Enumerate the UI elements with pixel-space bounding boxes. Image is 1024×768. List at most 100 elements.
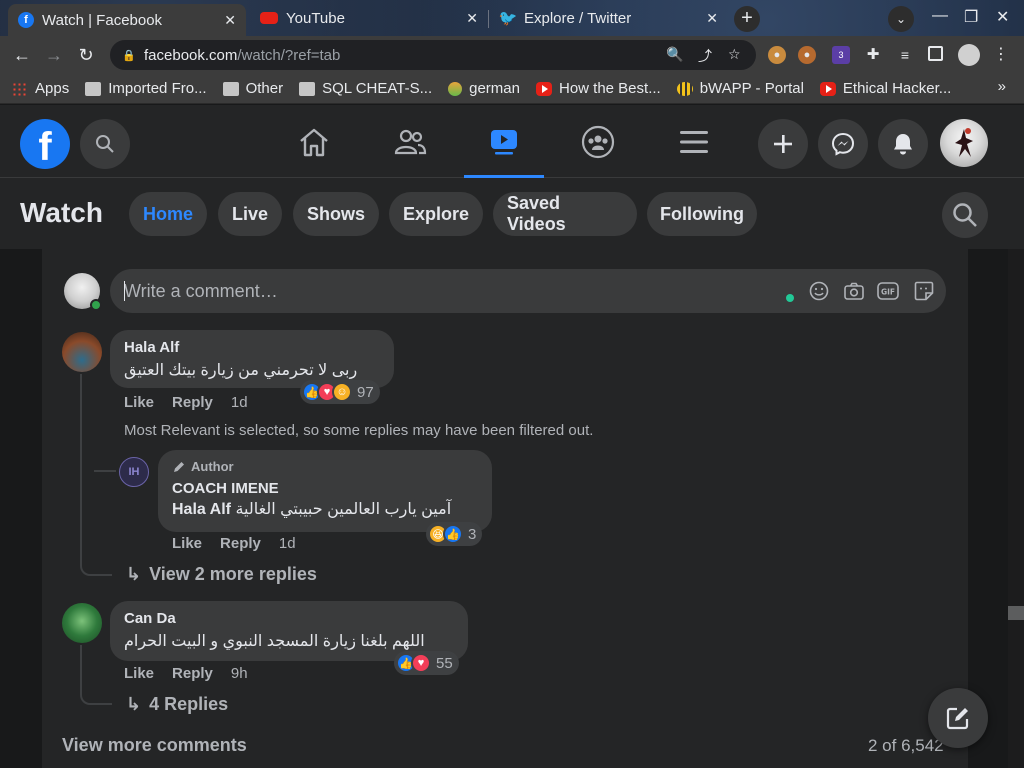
- address-bar[interactable]: 🔒 facebook.com/watch/?ref=tab 🔍 ⤴ ☆: [110, 40, 756, 70]
- watch-tab-home[interactable]: Home: [129, 192, 207, 236]
- reply-button[interactable]: Reply: [220, 535, 261, 552]
- comment-input[interactable]: [124, 279, 764, 303]
- media-control-icon[interactable]: ≡: [896, 46, 914, 64]
- facebook-logo[interactable]: f: [20, 119, 70, 169]
- watch-tab-shows[interactable]: Shows: [293, 192, 379, 236]
- reply-timestamp[interactable]: 1d: [279, 535, 296, 552]
- back-button[interactable]: ←: [10, 43, 34, 67]
- watch-tab-following[interactable]: Following: [647, 192, 757, 236]
- close-tab-icon[interactable]: ✕: [224, 12, 236, 29]
- comment-author[interactable]: Can Da: [124, 610, 454, 627]
- reply-author[interactable]: COACH IMENE: [172, 480, 478, 497]
- bookmark-ethical-hacker[interactable]: Ethical Hacker...: [819, 80, 951, 97]
- view-more-replies-link[interactable]: ↳ View 2 more replies: [126, 564, 317, 585]
- tab-search-button[interactable]: ⌄: [888, 6, 914, 32]
- minimize-icon[interactable]: —: [932, 7, 948, 25]
- extension-badge-icon[interactable]: 3: [832, 46, 850, 64]
- emoji-icon[interactable]: [808, 280, 830, 302]
- camera-icon[interactable]: [843, 280, 865, 302]
- profile-avatar-icon[interactable]: [958, 44, 980, 66]
- page-scrollbar-track[interactable]: [1008, 249, 1024, 768]
- like-button[interactable]: Like: [172, 535, 202, 552]
- bookmark-star-icon[interactable]: ☆: [728, 46, 741, 63]
- nav-watch[interactable]: [464, 105, 544, 178]
- watch-video-icon: [491, 129, 517, 154]
- browser-toolbar: ← → ↻ 🔒 facebook.com/watch/?ref=tab 🔍 ⤴ …: [0, 36, 1024, 74]
- close-tab-icon[interactable]: ✕: [466, 10, 478, 27]
- nav-groups[interactable]: [558, 105, 638, 178]
- page-scrollbar-thumb[interactable]: [1008, 606, 1024, 620]
- thread-connector-line: [80, 374, 112, 576]
- bookmark-apps[interactable]: Apps: [12, 80, 69, 97]
- gif-icon[interactable]: GIF: [877, 280, 899, 302]
- watch-tab-explore[interactable]: Explore: [389, 192, 483, 236]
- tab-twitter[interactable]: 🐦 Explore / Twitter ✕: [490, 4, 728, 32]
- zoom-icon[interactable]: 🔍: [666, 46, 683, 63]
- like-button[interactable]: Like: [124, 665, 154, 682]
- notifications-button[interactable]: [878, 119, 928, 169]
- hamburger-menu-icon: [680, 130, 708, 153]
- cookie-editor-extension-icon[interactable]: ●: [798, 46, 816, 64]
- new-tab-button[interactable]: +: [734, 6, 760, 32]
- bookmark-sql-cheat[interactable]: SQL CHEAT-S...: [299, 80, 432, 97]
- commenter-avatar[interactable]: [62, 332, 102, 372]
- reaction-summary[interactable]: 👍 ♥ ☺ 97: [300, 380, 380, 404]
- view-more-comments-link[interactable]: View more comments: [62, 735, 247, 756]
- comment-author[interactable]: Hala Alf: [124, 339, 380, 356]
- tab-watch-facebook[interactable]: f Watch | Facebook ✕: [8, 4, 246, 36]
- comment-composer[interactable]: GIF: [110, 269, 946, 313]
- bookmark-how-the-best[interactable]: How the Best...: [535, 80, 661, 97]
- tab-youtube[interactable]: YouTube ✕: [250, 4, 488, 32]
- bookmark-imported[interactable]: Imported Fro...: [85, 80, 207, 97]
- folder-icon: [85, 81, 102, 96]
- mention-link[interactable]: Hala Alf: [172, 501, 231, 518]
- home-icon: [300, 128, 328, 156]
- watch-header: Watch Home Live Shows Explore Saved Vide…: [0, 178, 1024, 249]
- sticker-icon[interactable]: [913, 280, 935, 302]
- reply-author-avatar[interactable]: IH: [119, 457, 149, 487]
- watch-search-button[interactable]: [942, 192, 988, 238]
- side-panel-icon[interactable]: [928, 46, 943, 61]
- cookie-extension-icon[interactable]: ●: [768, 46, 786, 64]
- nav-home[interactable]: [274, 105, 354, 178]
- tab-label: Explore / Twitter: [524, 9, 632, 27]
- bookmark-other[interactable]: Other: [222, 80, 283, 97]
- facebook-search-button[interactable]: [80, 119, 130, 169]
- reply-button[interactable]: Reply: [172, 394, 213, 411]
- groups-icon: [581, 125, 615, 158]
- svg-text:GIF: GIF: [881, 288, 895, 297]
- comment-timestamp[interactable]: 9h: [231, 665, 248, 682]
- browser-menu-icon[interactable]: ⋮: [992, 46, 1010, 64]
- forward-button[interactable]: →: [42, 43, 66, 67]
- filter-notice: Most Relevant is selected, so some repli…: [124, 422, 594, 439]
- reaction-summary[interactable]: 👍 ♥ 55: [394, 651, 459, 675]
- commenter-avatar[interactable]: [62, 603, 102, 643]
- comment-timestamp[interactable]: 1d: [231, 394, 248, 411]
- create-button[interactable]: [758, 119, 808, 169]
- composer-status-dot: [786, 294, 794, 302]
- share-icon[interactable]: ⤴: [698, 46, 712, 66]
- new-message-button[interactable]: [928, 688, 988, 748]
- messenger-button[interactable]: [818, 119, 868, 169]
- bookmarks-overflow-button[interactable]: »: [998, 78, 1006, 95]
- extensions-puzzle-icon[interactable]: ✚: [864, 46, 882, 64]
- reply-reaction-summary[interactable]: 😆 👍 3: [426, 522, 483, 546]
- facebook-icon: f: [18, 12, 34, 28]
- watch-tab-saved-videos[interactable]: Saved Videos: [493, 192, 637, 236]
- watch-tab-live[interactable]: Live: [218, 192, 282, 236]
- bookmark-bwapp[interactable]: bWAPP - Portal: [676, 80, 804, 97]
- restore-icon[interactable]: ❐: [964, 7, 978, 27]
- nav-menu[interactable]: [654, 105, 734, 178]
- reply-button[interactable]: Reply: [172, 665, 213, 682]
- reload-button[interactable]: ↻: [74, 43, 98, 67]
- reaction-count: 55: [436, 654, 453, 672]
- page-title: Watch: [20, 197, 103, 228]
- account-avatar[interactable]: [940, 119, 988, 167]
- like-button[interactable]: Like: [124, 394, 154, 411]
- replies-link[interactable]: ↳ 4 Replies: [126, 694, 228, 715]
- like-reaction-icon: 👍: [443, 524, 463, 544]
- nav-friends[interactable]: [370, 105, 450, 178]
- close-tab-icon[interactable]: ✕: [706, 10, 718, 27]
- window-close-icon[interactable]: ✕: [996, 7, 1009, 27]
- bookmark-german[interactable]: german: [448, 80, 520, 97]
